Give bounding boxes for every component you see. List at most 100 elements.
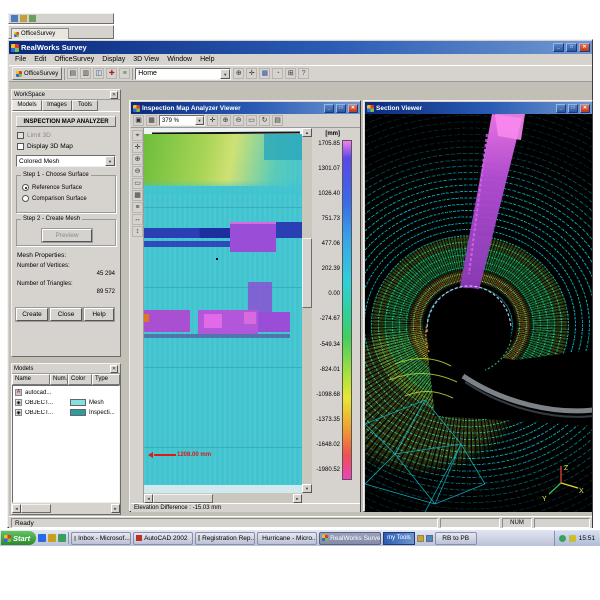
- fit-view-icon[interactable]: ▭: [132, 178, 143, 189]
- close-button[interactable]: ✕: [348, 104, 358, 113]
- help-toolbar-icon[interactable]: ?: [298, 68, 309, 79]
- viewer-vscrollbar[interactable]: ▲ ▼: [302, 128, 312, 493]
- close-icon[interactable]: ✕: [110, 91, 118, 99]
- scrollbar-thumb[interactable]: [21, 504, 51, 513]
- scroll-up-icon[interactable]: ▲: [302, 128, 312, 137]
- scroll-right-icon[interactable]: ►: [111, 504, 120, 513]
- taskbar-item-inbox[interactable]: Inbox - Microsof...: [71, 532, 131, 545]
- menu-edit[interactable]: Edit: [30, 55, 50, 64]
- taskbar-item-hurricane[interactable]: Hurricane - Micro...: [257, 532, 317, 545]
- new-project-icon[interactable]: ▤: [67, 68, 78, 79]
- create-button[interactable]: Create: [16, 308, 48, 321]
- view-combobox[interactable]: Home ▼: [135, 68, 231, 80]
- zoom-out-icon[interactable]: ⊖: [233, 115, 244, 126]
- start-button[interactable]: Start: [1, 531, 36, 545]
- tab-images[interactable]: Images: [42, 100, 72, 111]
- tab-models[interactable]: Models: [12, 100, 42, 111]
- view-3d-icon[interactable]: ▦: [259, 68, 270, 79]
- grid-icon[interactable]: ⊞: [285, 68, 296, 79]
- scroll-left-icon[interactable]: ◄: [12, 504, 21, 513]
- print-icon[interactable]: ▤: [272, 115, 283, 126]
- rb-to-pb-button[interactable]: RB to PB: [435, 532, 477, 545]
- measure-v-icon[interactable]: ↕: [132, 226, 143, 237]
- column-num[interactable]: Num...: [50, 374, 68, 385]
- toolbar-officesurvey-tab[interactable]: OfficeSurvey: [12, 67, 62, 80]
- select-icon[interactable]: ⌖: [132, 130, 143, 141]
- main-titlebar[interactable]: RealWorks Survey _ □ ✕: [9, 41, 592, 54]
- chevron-down-icon[interactable]: ▼: [105, 156, 115, 166]
- delete-icon[interactable]: ✚: [106, 68, 117, 79]
- zoom-in-icon[interactable]: ⊕: [132, 154, 143, 165]
- column-type[interactable]: Type: [92, 374, 120, 385]
- minimize-button[interactable]: _: [556, 104, 566, 113]
- maximize-button[interactable]: □: [568, 104, 578, 113]
- help-button[interactable]: Help: [84, 308, 114, 321]
- quicklaunch-ie-icon[interactable]: [38, 534, 46, 542]
- viewer-hscrollbar[interactable]: ◄ ►: [144, 493, 302, 503]
- menu-help[interactable]: Help: [196, 55, 218, 64]
- chevron-down-icon[interactable]: ▼: [220, 69, 230, 79]
- column-name[interactable]: Name: [12, 374, 50, 385]
- preview-button[interactable]: Preview: [42, 229, 92, 242]
- layers-icon[interactable]: ≡: [132, 202, 143, 213]
- chevron-down-icon[interactable]: ▼: [195, 116, 204, 125]
- menu-officesurvey[interactable]: OfficeSurvey: [50, 55, 98, 64]
- table-row[interactable]: ◉ OBJECT... Mesh: [15, 398, 119, 407]
- table-row[interactable]: A autocad...: [15, 388, 119, 397]
- mesh-type-combobox[interactable]: Colored Mesh ▼: [16, 155, 116, 167]
- tab-tools[interactable]: Tools: [72, 100, 98, 111]
- scrollbar-thumb[interactable]: [302, 238, 312, 308]
- zoom-out-icon[interactable]: ⊖: [132, 166, 143, 177]
- pan-icon[interactable]: ✛: [207, 115, 218, 126]
- maximize-button[interactable]: □: [336, 104, 346, 113]
- measure-icon[interactable]: ≡: [119, 68, 130, 79]
- save-icon[interactable]: ◫: [93, 68, 104, 79]
- mytools-toolbar-title[interactable]: my Tools: [383, 532, 415, 545]
- zoom-extents-icon[interactable]: ⊕: [233, 68, 244, 79]
- zoom-combobox[interactable]: 379 % ▼: [159, 115, 205, 126]
- mytools-icon[interactable]: [426, 535, 433, 542]
- measure-h-icon[interactable]: ↔: [132, 214, 143, 225]
- close-icon[interactable]: ✕: [110, 365, 118, 373]
- inspection-viewer-titlebar[interactable]: Inspection Map Analyzer Viewer _ □ ✕: [131, 102, 360, 114]
- snapshot-icon[interactable]: ▣: [133, 115, 144, 126]
- tray-volume-icon[interactable]: [569, 535, 576, 542]
- reference-surface-radio[interactable]: Reference Surface: [22, 184, 115, 191]
- scroll-right-icon[interactable]: ►: [293, 494, 302, 503]
- heatmap-canvas[interactable]: 1208.00 mm: [144, 128, 302, 493]
- camera-icon[interactable]: ◔: [272, 68, 283, 79]
- scrollbar-thumb[interactable]: [153, 494, 213, 503]
- menu-display[interactable]: Display: [98, 55, 129, 64]
- table-row[interactable]: ◉ OBJECT... Inspecti...: [15, 408, 119, 417]
- close-button[interactable]: ✕: [579, 43, 590, 52]
- section-viewer-titlebar[interactable]: Section Viewer _ □ ✕: [365, 102, 592, 114]
- maximize-button[interactable]: □: [566, 43, 577, 52]
- pan-icon[interactable]: ✛: [246, 68, 257, 79]
- open-icon[interactable]: ▥: [80, 68, 91, 79]
- dimension-annotation[interactable]: 1208.00 mm: [148, 452, 211, 458]
- pan-icon[interactable]: ✛: [132, 142, 143, 153]
- scroll-left-icon[interactable]: ◄: [144, 494, 153, 503]
- pointcloud-viewport[interactable]: Z X Y: [365, 114, 592, 512]
- models-hscrollbar[interactable]: ◄ ►: [12, 503, 120, 514]
- grid-icon[interactable]: ▦: [132, 190, 143, 201]
- comparison-surface-radio[interactable]: Comparison Surface: [22, 195, 115, 202]
- limit-3d-checkbox[interactable]: Limit 3D: [17, 132, 51, 139]
- taskbar-item-autocad[interactable]: AutoCAD 2002: [133, 532, 193, 545]
- mytools-icon[interactable]: [417, 535, 424, 542]
- close-button[interactable]: ✕: [580, 104, 590, 113]
- close-button[interactable]: Close: [50, 308, 82, 321]
- taskbar-item-registration[interactable]: Registration Rep...: [195, 532, 255, 545]
- display-3d-map-checkbox[interactable]: Display 3D Map: [17, 143, 73, 150]
- column-color[interactable]: Color: [68, 374, 92, 385]
- zoom-in-icon[interactable]: ⊕: [220, 115, 231, 126]
- tray-status-icon[interactable]: [559, 535, 566, 542]
- fit-view-icon[interactable]: ▭: [246, 115, 257, 126]
- scroll-down-icon[interactable]: ▼: [302, 484, 312, 493]
- quicklaunch-desktop-icon[interactable]: [48, 534, 56, 542]
- minimize-button[interactable]: _: [553, 43, 564, 52]
- fragment-officesurvey-tab[interactable]: OfficeSurvey: [11, 28, 69, 39]
- settings-icon[interactable]: ▦: [146, 115, 157, 126]
- menu-window[interactable]: Window: [163, 55, 196, 64]
- minimize-button[interactable]: _: [324, 104, 334, 113]
